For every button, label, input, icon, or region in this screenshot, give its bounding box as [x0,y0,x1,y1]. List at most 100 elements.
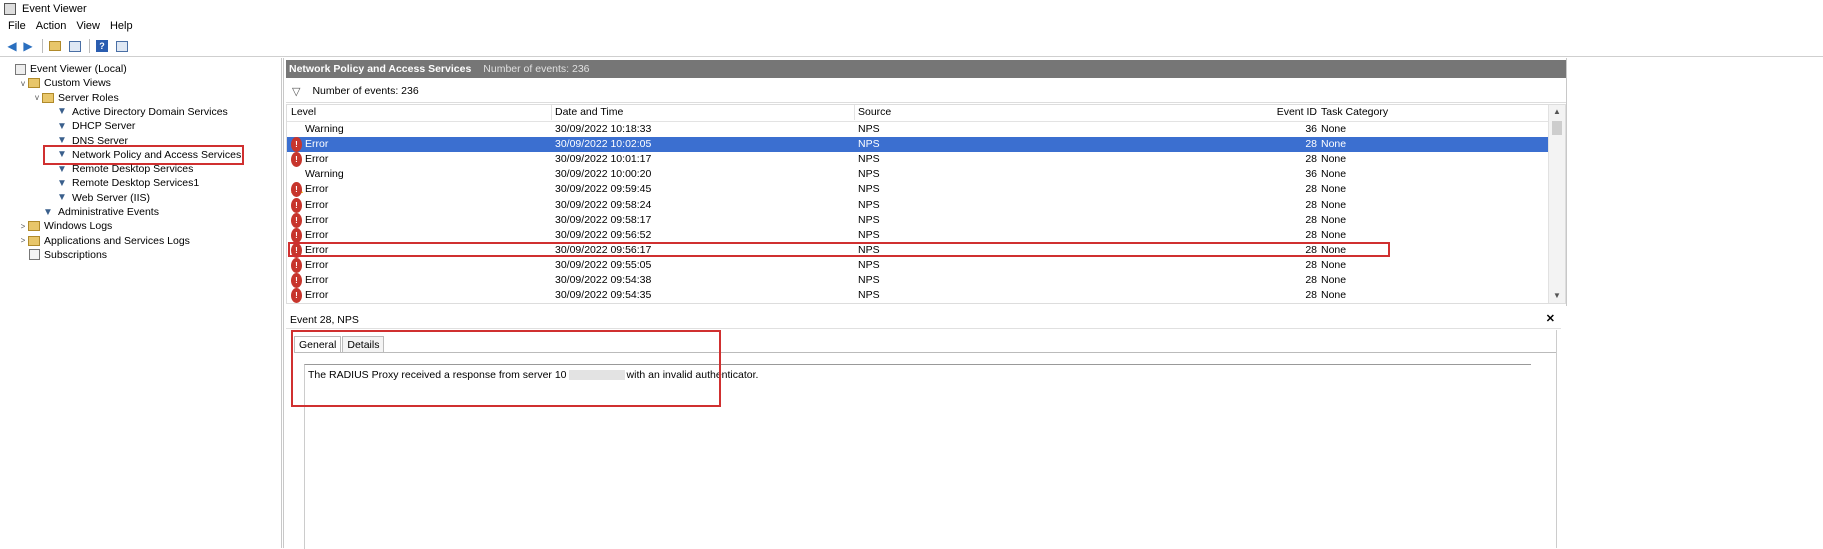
menu-action[interactable]: Action [36,20,67,32]
cell-date: 30/09/2022 10:18:33 [555,123,652,135]
scroll-down-icon[interactable]: ▼ [1549,289,1565,303]
cell-source: NPS [858,123,880,135]
tree-item[interactable]: ▼ Web Server (IIS) [46,191,150,205]
cell-source: NPS [858,138,880,151]
event-viewer-icon [4,2,16,15]
tree-item[interactable]: Event Viewer (Local) [4,62,127,76]
tree-item-label: DNS Server [72,134,129,147]
tree-item[interactable]: ▼ DHCP Server [46,119,135,133]
show-hide-action-pane-icon[interactable] [114,39,130,53]
error-icon: ! [291,242,302,258]
table-row[interactable]: ! Error 30/09/2022 09:59:45 NPS 28 None [287,182,1549,198]
help-icon[interactable]: ? [94,39,110,53]
cell-date: 30/09/2022 10:02:05 [555,138,652,151]
cell-event-id: 28 [1305,228,1317,241]
table-row[interactable]: ! Error 30/09/2022 10:02:05 NPS 28 None [287,137,1549,153]
tree-item-label: Network Policy and Access Services [72,148,242,161]
expand-icon[interactable]: > [18,236,28,245]
cell-date: 30/09/2022 09:56:52 [555,228,652,241]
cell-task-category: None [1321,274,1347,286]
expand-icon[interactable]: > [18,222,28,231]
show-hide-tree-icon[interactable] [67,39,83,53]
error-icon: ! [291,197,302,213]
panel-header: Network Policy and Access Services Numbe… [286,60,1566,78]
cell-date: 30/09/2022 09:58:17 [555,213,652,226]
collapse-icon[interactable]: v [18,79,28,88]
forward-arrow-icon[interactable]: ▶ [20,39,36,53]
tree-item[interactable]: ▼ Remote Desktop Services [46,162,193,176]
title-bar: Event Viewer [0,0,1823,17]
column-header-task-category[interactable]: Task Category [1321,105,1388,120]
menu-help[interactable]: Help [110,20,133,32]
back-arrow-icon[interactable]: ◀ [4,39,20,53]
window-title: Event Viewer [22,2,87,15]
tree-item[interactable]: ▼ Administrative Events [32,205,159,219]
cell-task-category: None [1321,168,1347,181]
folder-up-icon[interactable] [47,39,63,53]
cell-date: 30/09/2022 09:56:17 [555,243,652,256]
table-row[interactable]: ! Error 30/09/2022 10:01:17 NPS 28 None [287,152,1549,168]
folder-icon [28,235,40,247]
cell-event-id: 28 [1305,183,1317,196]
filter-event-count: Number of events: 236 [312,85,419,97]
table-row[interactable]: Warning 30/09/2022 10:00:20 NPS 36 None [287,167,1549,194]
grid-vertical-scrollbar[interactable]: ▲ ▼ [1548,105,1565,303]
column-header-source[interactable]: Source [854,105,891,120]
detail-right-border [1556,330,1557,548]
cell-level: Error [305,213,329,226]
tree-item[interactable]: ▼ Active Directory Domain Services [46,105,228,119]
tree-item-label: Server Roles [58,91,119,104]
tree-item[interactable]: ▼ Network Policy and Access Services [42,144,245,165]
close-icon[interactable]: ✕ [1546,312,1555,325]
cell-level: Error [305,274,329,286]
cell-event-id: 28 [1305,258,1317,271]
collapse-icon[interactable]: v [32,93,42,102]
cell-source: NPS [858,183,880,196]
table-row[interactable]: ! Error 30/09/2022 09:56:17 NPS 28 None [287,242,1549,258]
cell-task-category: None [1321,258,1347,271]
error-icon: ! [291,212,302,228]
column-header-level[interactable]: Level [291,105,316,120]
tree-item-label: Active Directory Domain Services [72,105,228,118]
table-row[interactable]: Warning 30/09/2022 10:18:33 NPS 36 None [287,122,1549,148]
cell-level: Error [305,243,329,256]
table-row[interactable]: ! Error 30/09/2022 09:56:52 NPS 28 None [287,227,1549,243]
menu-file[interactable]: File [8,20,26,32]
cell-event-id: 28 [1305,274,1317,286]
table-row[interactable]: ! Error 30/09/2022 09:54:35 NPS 28 None [287,288,1549,303]
cell-source: NPS [858,274,880,286]
tree-item-label: Remote Desktop Services [72,163,194,176]
tree-item-label: Windows Logs [44,220,113,233]
cell-source: NPS [858,168,880,181]
scroll-up-icon[interactable]: ▲ [1549,105,1565,119]
cell-source: NPS [858,213,880,226]
events-grid: Level Date and Time Source Event ID Task… [286,104,1566,304]
table-row[interactable]: ! Error 30/09/2022 09:58:24 NPS 28 None [287,197,1549,213]
tree-item[interactable]: ▼ Remote Desktop Services1 [46,176,199,190]
grid-header: Level Date and Time Source Event ID Task… [287,105,1549,122]
cell-task-category: None [1321,289,1347,302]
tree-item[interactable]: v Server Roles [32,91,119,105]
filter-icon: ▼ [57,149,67,161]
cell-date: 30/09/2022 09:54:38 [555,274,652,286]
table-row[interactable]: ! Error 30/09/2022 09:55:05 NPS 28 None [287,257,1549,273]
filter-bar: ▽ Number of events: 236 [286,80,1566,103]
cell-event-id: 36 [1305,168,1317,181]
subscriptions-icon [28,249,40,261]
menu-view[interactable]: View [76,20,100,32]
tree-item[interactable]: Subscriptions [18,248,107,262]
cell-task-category: None [1321,183,1347,196]
table-row[interactable]: ! Error 30/09/2022 09:58:17 NPS 28 None [287,212,1549,228]
column-header-date[interactable]: Date and Time [551,105,623,120]
detail-highlight-box [291,330,721,407]
cell-task-category: None [1321,213,1347,226]
cell-task-category: None [1321,123,1347,135]
table-row[interactable]: ! Error 30/09/2022 09:54:38 NPS 28 None [287,273,1549,288]
tree-item[interactable]: > Windows Logs [18,219,113,233]
tree-item[interactable]: v Custom Views [18,76,111,90]
pane-splitter[interactable] [283,58,284,548]
scroll-thumb[interactable] [1552,121,1562,135]
tree-item[interactable]: ▼ DNS Server [46,134,128,148]
column-header-event-id[interactable]: Event ID [1187,105,1317,120]
tree-item[interactable]: > Applications and Services Logs [18,234,190,248]
